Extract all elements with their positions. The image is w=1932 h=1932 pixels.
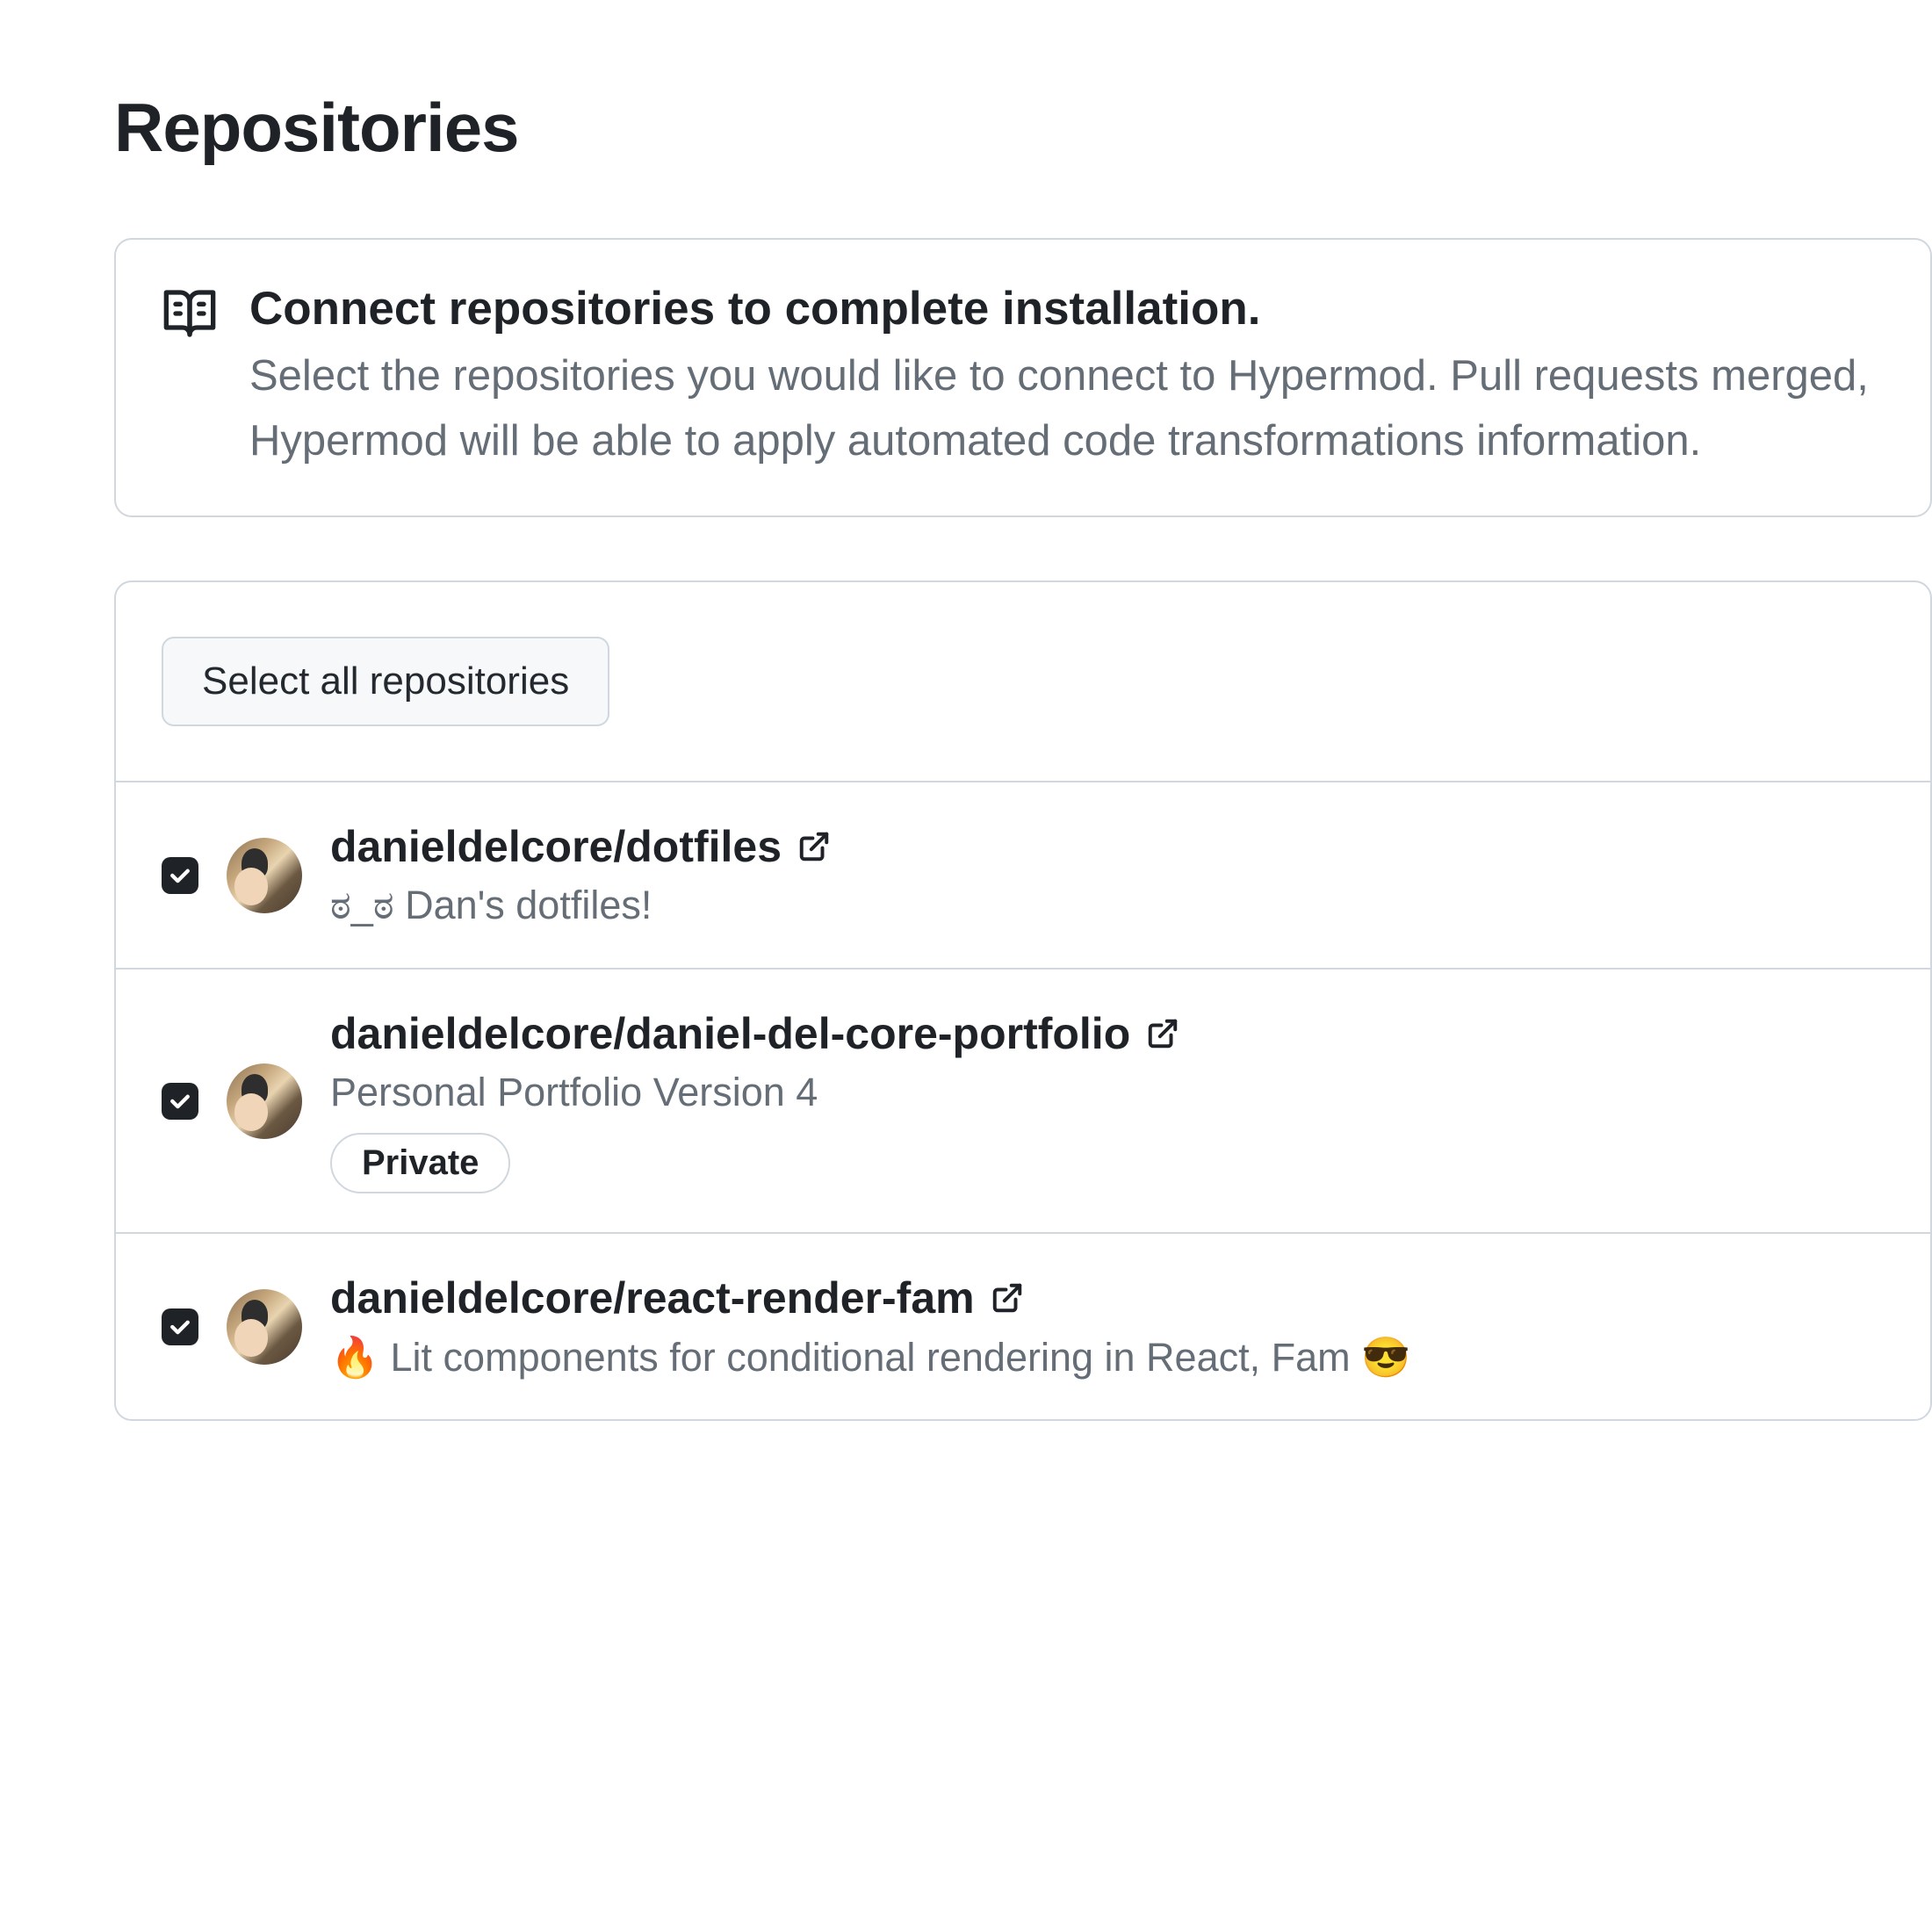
info-description: Select the repositories you would like t…	[249, 344, 1885, 473]
external-link-icon[interactable]	[797, 830, 831, 863]
repo-name[interactable]: danieldelcore/dotfiles	[330, 821, 782, 872]
book-open-icon	[162, 285, 218, 342]
external-link-icon[interactable]	[1146, 1017, 1179, 1050]
info-card: Connect repositories to complete install…	[114, 238, 1932, 517]
repo-name[interactable]: danieldelcore/react-render-fam	[330, 1272, 975, 1323]
select-all-button[interactable]: Select all repositories	[162, 637, 609, 726]
avatar	[227, 838, 302, 913]
avatar	[227, 1289, 302, 1365]
repo-item: danieldelcore/react-render-fam 🔥 Lit com…	[116, 1232, 1930, 1419]
repo-item: danieldelcore/dotfiles ಠ_ಠ Dan's dotfile…	[116, 781, 1930, 968]
avatar	[227, 1063, 302, 1139]
repo-name[interactable]: danieldelcore/daniel-del-core-portfolio	[330, 1008, 1130, 1059]
repo-checkbox[interactable]	[162, 1308, 198, 1345]
repo-description: ಠ_ಠ Dan's dotfiles!	[330, 883, 1885, 929]
external-link-icon[interactable]	[991, 1281, 1024, 1315]
private-badge: Private	[330, 1133, 510, 1193]
repo-checkbox[interactable]	[162, 1083, 198, 1120]
repo-checkbox[interactable]	[162, 857, 198, 894]
repo-list: Select all repositories danieldelcore/do…	[114, 580, 1932, 1421]
repo-description: Personal Portfolio Version 4	[330, 1070, 1885, 1115]
page-title: Repositories	[114, 88, 1932, 168]
info-title: Connect repositories to complete install…	[249, 282, 1885, 335]
repo-description: 🔥 Lit components for conditional renderi…	[330, 1334, 1885, 1381]
repo-item: danieldelcore/daniel-del-core-portfolio …	[116, 968, 1930, 1232]
